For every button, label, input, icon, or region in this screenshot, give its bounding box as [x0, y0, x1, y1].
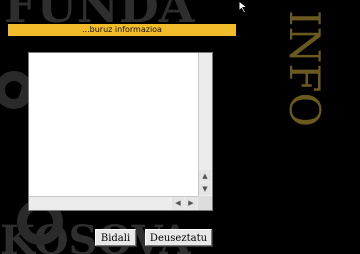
info-side-text: INFO — [280, 10, 329, 127]
scroll-left-icon[interactable]: ◀ — [172, 197, 184, 209]
scroll-up-icon[interactable]: ▲ — [199, 170, 211, 182]
message-textarea[interactable]: ▲ ▼ ◀ ▶ — [28, 52, 213, 211]
clear-button[interactable]: Deuseztatu — [145, 229, 212, 246]
horizontal-scrollbar[interactable]: ◀ ▶ — [29, 196, 198, 210]
scroll-right-icon[interactable]: ▶ — [185, 197, 197, 209]
mouse-pointer-icon — [238, 0, 249, 14]
textarea-content[interactable] — [29, 53, 198, 196]
info-banner: ...buruz informazioa — [8, 24, 236, 36]
vertical-scrollbar[interactable]: ▲ ▼ — [198, 53, 212, 196]
scrollbar-corner — [198, 196, 212, 210]
send-button[interactable]: Bidali — [95, 229, 136, 246]
scroll-down-icon[interactable]: ▼ — [199, 183, 211, 195]
